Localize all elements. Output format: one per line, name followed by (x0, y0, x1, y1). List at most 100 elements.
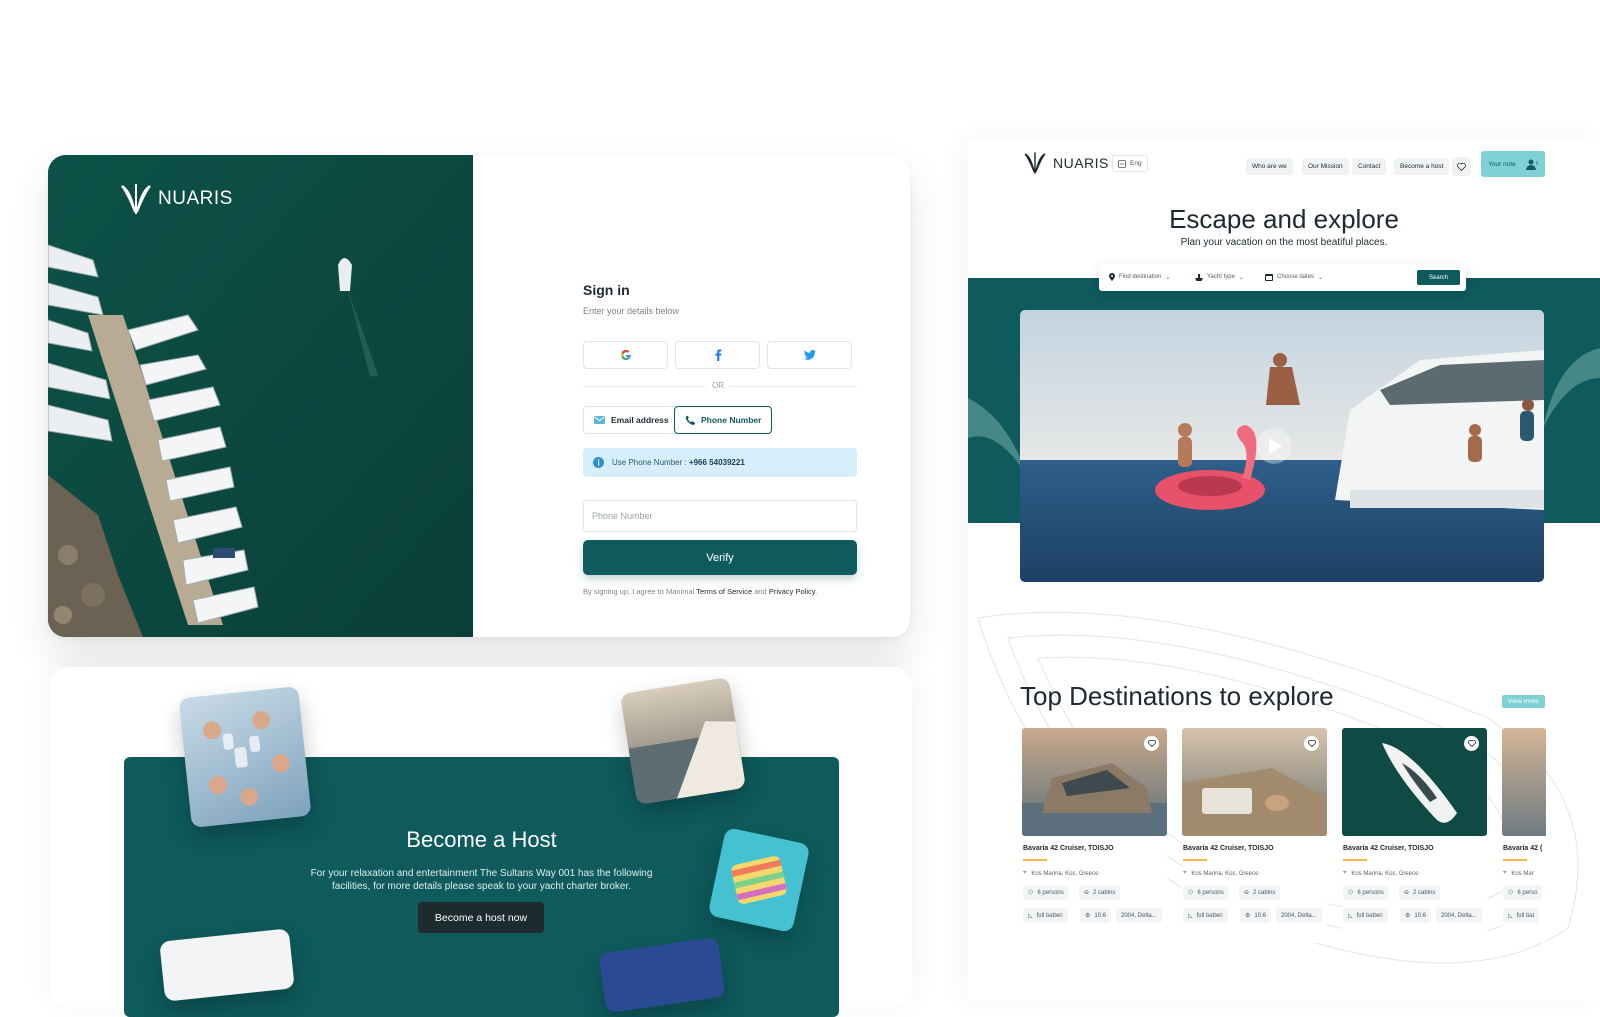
hero-video[interactable] (1020, 310, 1544, 582)
verify-button[interactable]: Verify (583, 540, 857, 575)
yacht-location: ⌖ Kos Marina, Kos, Greece (1023, 870, 1098, 877)
yacht-deck-photo (619, 677, 747, 805)
yacht-card[interactable]: Bavaria 42 ( ⌖ Kos Mar ⚇ 6 perso ◺ full bat (1502, 728, 1546, 943)
dates-label: Choose dates (1277, 274, 1315, 280)
sail-icon: ◺ (1348, 913, 1353, 919)
batten-text: full batten (1356, 912, 1383, 919)
language-selector[interactable]: Eng (1112, 155, 1148, 172)
yacht-photo (1342, 728, 1487, 836)
persons-text: 6 persons (1357, 889, 1384, 896)
twitter-icon (803, 350, 816, 360)
info-phone-number: +966 54039221 (688, 458, 745, 467)
cabins-chip: ⊖ 2 cabins (1399, 885, 1441, 900)
name-underline (1343, 859, 1367, 861)
facebook-signin-button[interactable] (675, 341, 760, 369)
twitter-signin-button[interactable] (767, 341, 852, 369)
landing-logo-text: NUARIS (1053, 155, 1109, 171)
phone-tab-button[interactable]: Phone Number (674, 406, 773, 434)
persons-chip: ⚇ 6 perso (1503, 885, 1543, 900)
email-tab-button[interactable]: Email address (583, 406, 680, 434)
date-selector[interactable]: Choose dates ⌄ (1261, 270, 1327, 284)
pool-float-photo (707, 827, 811, 933)
yacht-location: ⌖ Kos Marina, Kos, Greece (1183, 870, 1258, 877)
persons-text: 6 persons (1197, 889, 1224, 896)
favorite-toggle[interactable] (1464, 736, 1479, 751)
yacht-card[interactable]: Bavaria 42 Cruiser, TOISJO ⌖ Kos Marina, … (1342, 728, 1487, 943)
boat-icon (1195, 273, 1203, 281)
user-icon (1525, 159, 1538, 170)
yacht-name: Bavaria 42 Cruiser, TOISJO (1023, 845, 1114, 852)
globe-icon (1118, 159, 1126, 168)
brand-logo: NUARIS (120, 182, 233, 216)
batten-text: full batten (1036, 912, 1063, 919)
location-text: Kos Marina, Kos, Greece (1191, 870, 1259, 877)
user-note-button[interactable]: Your note (1481, 151, 1545, 177)
cabins-text: 2 cabins (1253, 889, 1276, 896)
info-text: Use Phone Number : +966 54039221 (612, 458, 745, 467)
nav-our-mission[interactable]: Our Mission (1302, 158, 1349, 175)
cabins-text: 2 cabins (1093, 889, 1116, 896)
yacht-name: Bavaria 42 Cruiser, TOISJO (1183, 845, 1274, 852)
nuaris-logo-icon (121, 184, 151, 214)
yacht-location: ⌖ Kos Marina, Kos, Greece (1343, 870, 1418, 877)
yacht-photo (1022, 728, 1167, 836)
cabin-icon: ⊖ (1084, 890, 1090, 896)
cabin-icon: ⊖ (1404, 890, 1410, 896)
terms-text: By signing up, I agree to Manimal Terms … (583, 587, 817, 596)
search-button[interactable]: Search (1417, 270, 1460, 285)
heart-icon (1467, 740, 1476, 747)
destination-label: Find destination (1119, 274, 1162, 280)
become-host-card: Become a Host For your relaxation and en… (50, 667, 912, 1017)
year-chip: 2004, Delta... (1116, 908, 1162, 923)
view-more-button[interactable]: View more (1502, 695, 1545, 708)
heart-icon (1307, 740, 1316, 747)
location-pin-icon: ⌖ (1343, 870, 1347, 876)
name-underline (1183, 859, 1207, 861)
persons-chip: ⚇ 6 persons (1023, 885, 1069, 900)
signin-card: NUARIS Sign in Enter your details below … (48, 155, 910, 637)
yacht-name: Bavaria 42 Cruiser, TOISJO (1343, 845, 1434, 852)
location-pin-icon (1109, 273, 1115, 281)
google-signin-button[interactable] (583, 341, 668, 369)
location-pin-icon: ⌖ (1023, 870, 1027, 876)
toast-photo (178, 686, 312, 828)
yacht-card[interactable]: Bavaria 42 Cruiser, TOISJO ⌖ Kos Marina, … (1182, 728, 1327, 943)
phone-number-input[interactable] (583, 500, 857, 532)
favorites-button[interactable] (1452, 157, 1471, 176)
yacht-location: ⌖ Kos Mar (1503, 870, 1534, 877)
nav-contact[interactable]: Contact (1352, 158, 1387, 175)
batten-text: full batten (1196, 912, 1223, 919)
signin-title: Sign in (583, 282, 630, 298)
name-underline (1503, 859, 1527, 861)
hero-illustration (1020, 310, 1544, 582)
landing-logo[interactable]: NUARIS (1023, 151, 1109, 175)
yacht-type-selector[interactable]: Yacht type ⌄ (1191, 270, 1248, 284)
yacht-card[interactable]: Bavaria 42 Cruiser, TOISJO ⌖ Kos Marina, … (1022, 728, 1167, 943)
section-title: Top Destinations to explore (1020, 681, 1334, 711)
gear-icon: ⚙ (1405, 913, 1411, 919)
favorite-toggle[interactable] (1144, 736, 1159, 751)
yacht-type-label: Yacht type (1207, 274, 1235, 280)
persons-text: 6 perso (1517, 889, 1538, 896)
nav-become-host[interactable]: Become a host (1394, 158, 1450, 175)
yacht-name: Bavaria 42 ( (1503, 845, 1543, 852)
length-text: 10.6 (1254, 912, 1267, 919)
search-bar: Find destination ⌄ Yacht type ⌄ Choose d… (1099, 263, 1466, 291)
favorite-toggle[interactable] (1304, 736, 1319, 751)
phone-tab-label: Phone Number (701, 415, 762, 425)
email-tab-label: Email address (611, 415, 669, 425)
terms-of-service-link[interactable]: Terms of Service (696, 587, 752, 596)
chevron-down-icon: ⌄ (1165, 274, 1171, 281)
become-host-button[interactable]: Become a host now (418, 902, 544, 933)
batten-chip: ◺ full batten (1343, 908, 1388, 923)
people-icon: ⚇ (1508, 890, 1514, 896)
cabins-text: 2 cabins (1413, 889, 1436, 896)
year-chip: 2004, Delta... (1436, 908, 1482, 923)
or-label: OR (706, 381, 730, 390)
length-text: 10.6 (1414, 912, 1427, 919)
privacy-policy-link[interactable]: Privacy Policy. (769, 587, 817, 596)
nav-who-are-we[interactable]: Who are we (1246, 158, 1293, 175)
info-icon (593, 457, 604, 468)
location-text: Kos Marina, Kos, Greece (1351, 870, 1419, 877)
destination-selector[interactable]: Find destination ⌄ (1105, 270, 1174, 284)
